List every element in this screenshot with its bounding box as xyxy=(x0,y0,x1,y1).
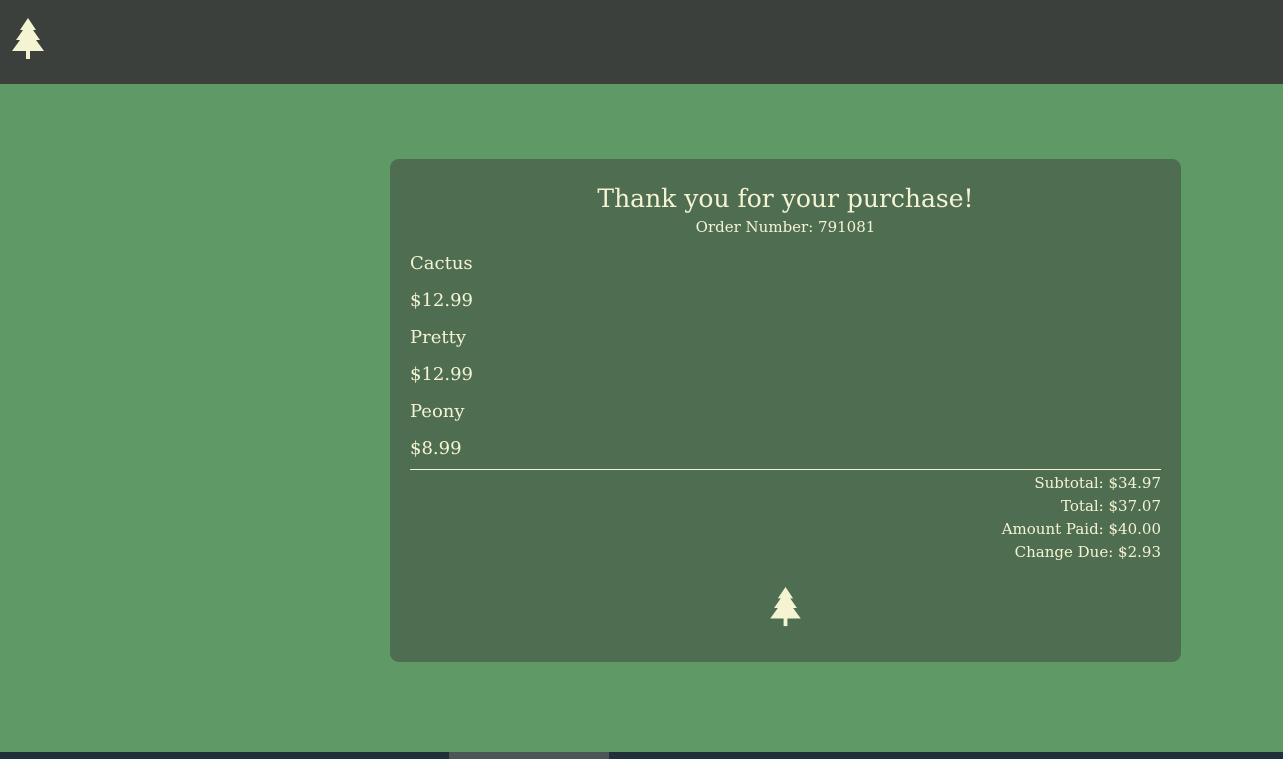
subtotal: Subtotal: $34.97 xyxy=(1034,474,1161,492)
item-price: $12.99 xyxy=(410,290,473,311)
top-navigation-bar xyxy=(0,0,1283,84)
scrollbar-thumb[interactable] xyxy=(449,752,609,759)
change-due: Change Due: $2.93 xyxy=(1014,543,1161,561)
item-price: $12.99 xyxy=(410,364,473,385)
page-title: Thank you for your purchase! xyxy=(597,184,974,213)
total: Total: $37.07 xyxy=(1061,497,1161,515)
item-name: Pretty xyxy=(410,327,467,348)
receipt-divider xyxy=(410,469,1161,470)
item-name: Peony xyxy=(410,401,465,422)
receipt-totals: Subtotal: $34.97 Total: $37.07 Amount Pa… xyxy=(1002,473,1161,565)
receipt-items-list: Cactus $12.99 Pretty $12.99 Peony $8.99 xyxy=(410,251,1161,473)
horizontal-scrollbar[interactable] xyxy=(0,752,1283,759)
item-price: $8.99 xyxy=(410,438,462,459)
pine-tree-icon[interactable] xyxy=(11,17,45,61)
item-name: Cactus xyxy=(410,253,473,274)
amount-paid: Amount Paid: $40.00 xyxy=(1001,520,1161,538)
pine-tree-icon xyxy=(770,586,801,627)
purchase-receipt-card: Thank you for your purchase! Order Numbe… xyxy=(390,159,1181,662)
order-number: Order Number: 791081 xyxy=(695,218,876,236)
